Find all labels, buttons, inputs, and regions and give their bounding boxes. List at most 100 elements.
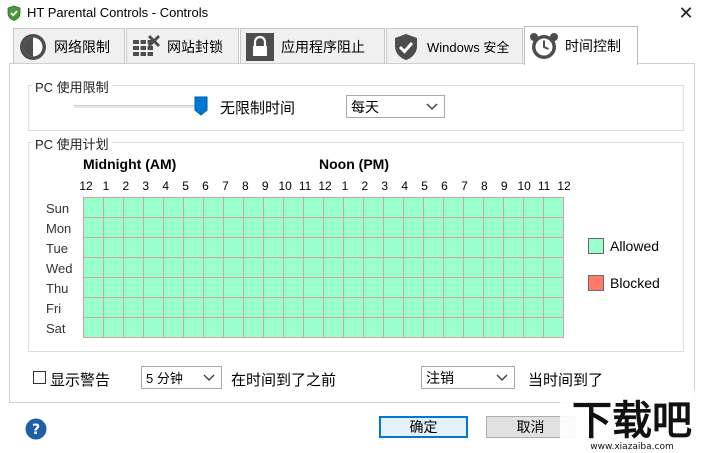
schedule-cell[interactable]: [464, 238, 484, 258]
schedule-cell[interactable]: [264, 198, 284, 218]
schedule-cell[interactable]: [224, 198, 244, 218]
schedule-cell[interactable]: [544, 238, 564, 258]
schedule-cell[interactable]: [224, 278, 244, 298]
schedule-cell[interactable]: [424, 318, 444, 338]
schedule-cell[interactable]: [484, 258, 504, 278]
ok-button[interactable]: 确定: [379, 416, 468, 438]
schedule-cell[interactable]: [84, 258, 104, 278]
schedule-cell[interactable]: [444, 258, 464, 278]
schedule-cell[interactable]: [404, 278, 424, 298]
schedule-cell[interactable]: [424, 258, 444, 278]
limit-slider-track[interactable]: [74, 105, 204, 108]
schedule-cell[interactable]: [184, 258, 204, 278]
schedule-cell[interactable]: [244, 298, 264, 318]
schedule-cell[interactable]: [184, 238, 204, 258]
schedule-cell[interactable]: [404, 198, 424, 218]
schedule-cell[interactable]: [524, 278, 544, 298]
action-select[interactable]: 注销: [421, 366, 515, 389]
schedule-cell[interactable]: [164, 258, 184, 278]
schedule-cell[interactable]: [464, 218, 484, 238]
schedule-cell[interactable]: [344, 218, 364, 238]
schedule-cell[interactable]: [544, 298, 564, 318]
schedule-cell[interactable]: [264, 298, 284, 318]
schedule-cell[interactable]: [304, 218, 324, 238]
schedule-cell[interactable]: [504, 238, 524, 258]
schedule-cell[interactable]: [164, 278, 184, 298]
schedule-cell[interactable]: [264, 258, 284, 278]
schedule-cell[interactable]: [204, 238, 224, 258]
schedule-cell[interactable]: [84, 218, 104, 238]
schedule-cell[interactable]: [204, 318, 224, 338]
schedule-cell[interactable]: [444, 218, 464, 238]
schedule-cell[interactable]: [384, 278, 404, 298]
schedule-cell[interactable]: [284, 258, 304, 278]
schedule-cell[interactable]: [444, 278, 464, 298]
schedule-cell[interactable]: [424, 298, 444, 318]
schedule-cell[interactable]: [144, 318, 164, 338]
schedule-cell[interactable]: [104, 238, 124, 258]
schedule-cell[interactable]: [324, 298, 344, 318]
schedule-cell[interactable]: [124, 298, 144, 318]
schedule-cell[interactable]: [204, 278, 224, 298]
schedule-cell[interactable]: [404, 218, 424, 238]
schedule-cell[interactable]: [104, 258, 124, 278]
schedule-cell[interactable]: [224, 238, 244, 258]
schedule-cell[interactable]: [284, 298, 304, 318]
schedule-cell[interactable]: [204, 298, 224, 318]
schedule-cell[interactable]: [444, 318, 464, 338]
schedule-cell[interactable]: [504, 198, 524, 218]
schedule-cell[interactable]: [524, 198, 544, 218]
tab-time-control[interactable]: 时间控制: [524, 26, 638, 65]
tab-website-block[interactable]: 网站封锁: [126, 28, 239, 64]
tab-windows-security[interactable]: Windows 安全: [386, 28, 523, 64]
schedule-cell[interactable]: [304, 298, 324, 318]
schedule-cell[interactable]: [344, 298, 364, 318]
schedule-cell[interactable]: [524, 238, 544, 258]
schedule-cell[interactable]: [284, 218, 304, 238]
schedule-cell[interactable]: [304, 318, 324, 338]
schedule-cell[interactable]: [384, 298, 404, 318]
schedule-cell[interactable]: [224, 298, 244, 318]
schedule-cell[interactable]: [404, 258, 424, 278]
schedule-cell[interactable]: [324, 278, 344, 298]
schedule-cell[interactable]: [124, 278, 144, 298]
schedule-cell[interactable]: [524, 218, 544, 238]
schedule-cell[interactable]: [164, 198, 184, 218]
schedule-cell[interactable]: [424, 198, 444, 218]
schedule-cell[interactable]: [104, 298, 124, 318]
schedule-cell[interactable]: [344, 278, 364, 298]
schedule-cell[interactable]: [544, 218, 564, 238]
schedule-cell[interactable]: [84, 318, 104, 338]
schedule-cell[interactable]: [144, 298, 164, 318]
schedule-cell[interactable]: [264, 238, 284, 258]
schedule-cell[interactable]: [304, 198, 324, 218]
schedule-cell[interactable]: [304, 238, 324, 258]
schedule-cell[interactable]: [384, 218, 404, 238]
tab-network-limit[interactable]: 网络限制: [13, 28, 125, 64]
warning-minutes-select[interactable]: 5 分钟: [141, 366, 222, 389]
schedule-cell[interactable]: [144, 278, 164, 298]
schedule-cell[interactable]: [504, 258, 524, 278]
schedule-cell[interactable]: [264, 318, 284, 338]
schedule-cell[interactable]: [204, 198, 224, 218]
schedule-cell[interactable]: [544, 258, 564, 278]
schedule-cell[interactable]: [364, 258, 384, 278]
schedule-cell[interactable]: [124, 218, 144, 238]
schedule-cell[interactable]: [244, 278, 264, 298]
schedule-cell[interactable]: [84, 278, 104, 298]
schedule-cell[interactable]: [324, 238, 344, 258]
schedule-cell[interactable]: [364, 238, 384, 258]
schedule-cell[interactable]: [404, 318, 424, 338]
schedule-cell[interactable]: [304, 278, 324, 298]
schedule-cell[interactable]: [424, 218, 444, 238]
schedule-cell[interactable]: [524, 318, 544, 338]
schedule-cell[interactable]: [444, 198, 464, 218]
schedule-cell[interactable]: [144, 258, 164, 278]
schedule-cell[interactable]: [224, 258, 244, 278]
schedule-cell[interactable]: [244, 258, 264, 278]
schedule-cell[interactable]: [364, 198, 384, 218]
schedule-cell[interactable]: [204, 218, 224, 238]
schedule-cell[interactable]: [184, 298, 204, 318]
schedule-cell[interactable]: [244, 238, 264, 258]
schedule-cell[interactable]: [264, 218, 284, 238]
